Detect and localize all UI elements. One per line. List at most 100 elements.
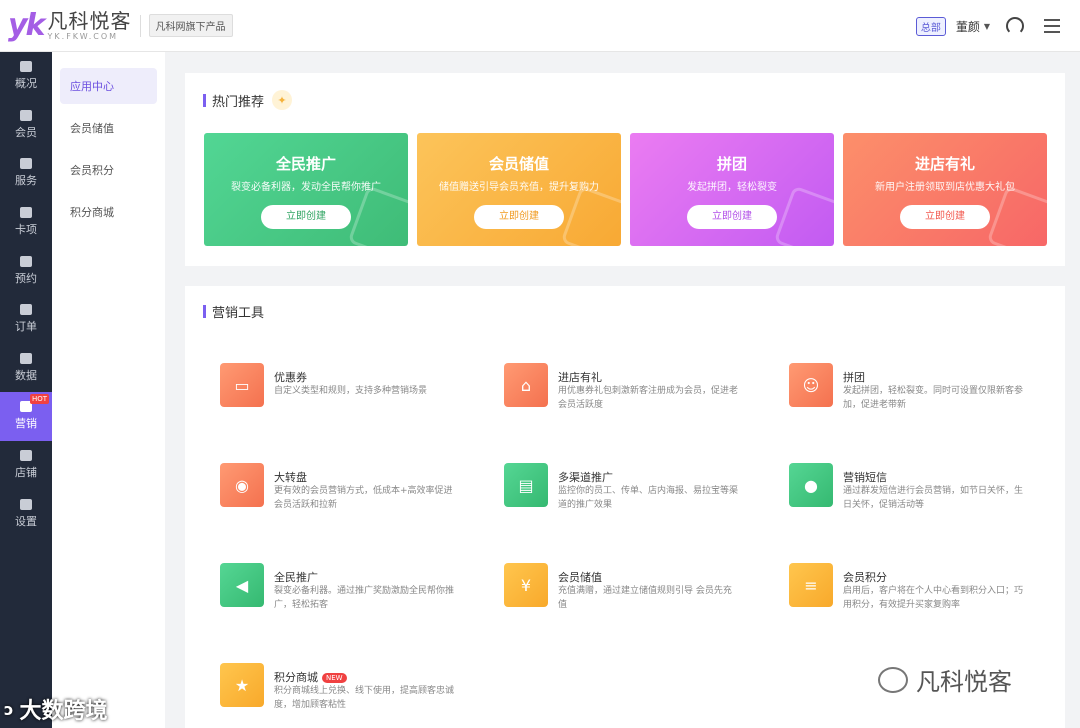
tool-promotion[interactable]: ◀ 全民推广 裂变必备利器。通过推广奖励激励全民帮你推广，轻松拓客: [220, 563, 470, 610]
title-accent-bar: [203, 93, 206, 107]
subnav-item-app-center[interactable]: 应用中心: [60, 68, 157, 104]
tool-sms[interactable]: ● 营销短信 通过群发短信进行会员营销，如节日关怀，生日关怀，促销活动等: [789, 463, 1039, 510]
section-title: 营销工具: [203, 302, 264, 321]
wechat-icon: [878, 666, 908, 693]
hot-recommend-panel: 热门推荐 ✦ 全民推广 裂变必备利器，发动全民帮你推广 立即创建 会员储值 储值…: [185, 73, 1065, 266]
hamburger-menu-icon[interactable]: [1044, 19, 1060, 33]
headset-icon[interactable]: [1006, 17, 1024, 35]
caret-down-icon[interactable]: ▼: [984, 22, 990, 31]
subnav-item-member-points[interactable]: 会员积分: [60, 152, 157, 188]
gift-store-icon: ⌂: [504, 363, 548, 407]
tool-desc: 积分商城线上兑换、线下使用，提高顾客忠诚度，增加顾客粘性: [274, 686, 455, 710]
megaphone-icon: ◀: [220, 563, 264, 607]
tool-name: 会员积分: [843, 571, 887, 584]
tool-desc: 通过群发短信进行会员营销，如节日关怀，生日关怀，促销活动等: [843, 486, 1024, 510]
create-now-button[interactable]: 立即创建: [474, 205, 564, 229]
promo-card[interactable]: 全民推广 裂变必备利器，发动全民帮你推广 立即创建: [204, 133, 408, 246]
tool-desc: 更有效的会员营销方式，低成本+高效率促进会员活跃和拉新: [274, 486, 453, 510]
tool-stored-value[interactable]: ¥ 会员储值 充值满赠，通过建立储值规则引导 会员先充值: [504, 563, 754, 610]
tool-member-points[interactable]: ≡ 会员积分 启用后，客户将在个人中心看到积分入口；巧用积分，有效提升买家复购率: [789, 563, 1039, 610]
sidebar-item-label: 店铺: [15, 466, 37, 480]
section-title: 热门推荐 ✦: [203, 90, 293, 110]
sidebar-item-label: 预约: [15, 271, 37, 285]
bar-chart-icon: [20, 352, 32, 364]
tool-desc: 裂变必备利器。通过推广奖励激励全民帮你推广，轻松拓客: [274, 586, 455, 610]
sidebar-item-label: 概况: [15, 77, 37, 91]
lightbulb-icon: ✦: [272, 90, 293, 110]
hot-badge: HOT: [29, 394, 49, 405]
logo-text: 凡科悦客 YK.FKW.COM: [48, 10, 132, 42]
ticket-deco-icon: [347, 185, 408, 246]
sidebar-item-label: 数据: [15, 368, 37, 382]
points-icon: ≡: [789, 563, 833, 607]
sidebar-item-orders[interactable]: 订单: [0, 295, 52, 344]
create-now-button[interactable]: 立即创建: [687, 205, 777, 229]
promo-card[interactable]: 进店有礼 新用户注册领取到店优惠大礼包 立即创建: [843, 133, 1047, 246]
tool-group-buy[interactable]: ☺ 拼团 发起拼团，轻松裂变。同时可设置仅限新客参加，促进老带新: [789, 363, 1039, 410]
yen-coin-icon: ¥: [504, 563, 548, 607]
main-sidebar: 概况 会员 服务 卡项 预约 订单 数据 HOT 营销 店铺 设置: [0, 52, 52, 728]
store-icon: [20, 450, 32, 462]
tool-name: 拼团: [843, 371, 865, 384]
tool-name-text: 积分商城: [274, 671, 318, 684]
calendar-icon: [20, 255, 32, 267]
new-badge: NEW: [322, 673, 347, 683]
sidebar-item-label: 设置: [15, 514, 37, 528]
group-icon: ☺: [789, 363, 833, 407]
sidebar-item-booking[interactable]: 预约: [0, 246, 52, 295]
tool-desc: 充值满赠，通过建立储值规则引导 会员先充值: [558, 586, 732, 610]
promo-title: 进店有礼: [914, 155, 975, 173]
promo-title: 全民推广: [275, 155, 336, 173]
promo-title: 会员储值: [488, 155, 549, 173]
logo-divider: [139, 14, 141, 37]
store-badge[interactable]: 总部: [915, 16, 946, 36]
tool-name: 营销短信: [843, 471, 887, 484]
sidebar-item-members[interactable]: 会员: [0, 101, 52, 150]
sidebar-item-label: 订单: [15, 320, 37, 334]
sidebar-item-overview[interactable]: 概况: [0, 52, 52, 101]
sidebar-item-label: 卡项: [15, 223, 37, 237]
title-accent-bar: [203, 305, 206, 318]
sidebar-item-settings[interactable]: 设置: [0, 489, 52, 538]
sub-navigation: 应用中心 会员储值 会员积分 积分商城: [52, 52, 165, 728]
subnav-item-points-mall[interactable]: 积分商城: [60, 194, 157, 230]
logo-name: 凡科悦客: [47, 8, 132, 33]
create-now-button[interactable]: 立即创建: [261, 205, 351, 229]
sidebar-item-cards[interactable]: 卡项: [0, 198, 52, 247]
tool-name: 多渠道推广: [558, 471, 613, 484]
shop-bag-icon: ★: [220, 663, 264, 707]
wheel-icon: ◉: [220, 463, 264, 507]
tool-desc: 自定义类型和规则，支持多种营销场景: [274, 386, 428, 396]
tool-points-mall[interactable]: ★ 积分商城 NEW 积分商城线上兑换、线下使用，提高顾客忠诚度，增加顾客粘性: [220, 663, 470, 710]
tools-title: 营销工具: [212, 306, 265, 321]
tool-name: 大转盘: [274, 471, 307, 484]
sidebar-item-label: 营销: [15, 417, 37, 431]
user-name[interactable]: 董颜: [956, 18, 980, 35]
bottom-left-text: 大数跨境: [19, 699, 108, 724]
brand-mark-icon: ↄ: [4, 699, 14, 719]
tool-multichannel[interactable]: ▤ 多渠道推广 监控你的员工、传单、店内海报、易拉宝等渠道的推广效果: [504, 463, 754, 510]
promo-title: 拼团: [716, 155, 747, 173]
monitor-icon: [20, 61, 32, 73]
wechat-watermark: 凡科悦客: [878, 662, 1012, 697]
yen-deco-icon: [560, 185, 621, 246]
sidebar-item-services[interactable]: 服务: [0, 149, 52, 198]
sidebar-item-label: 会员: [15, 125, 37, 139]
sidebar-item-marketing[interactable]: HOT 营销: [0, 392, 52, 441]
subnav-item-member-stored-value[interactable]: 会员储值: [60, 110, 157, 146]
tool-name: 全民推广: [274, 571, 318, 584]
tool-coupon[interactable]: ▭ 优惠券 自定义类型和规则，支持多种营销场景: [220, 363, 470, 409]
tool-desc: 用优惠券礼包刺激新客注册成为会员，促进老会员活跃度: [558, 386, 739, 410]
tool-name: 积分商城 NEW: [274, 669, 347, 685]
gift-deco-icon: [986, 185, 1047, 246]
promo-card[interactable]: 拼团 发起拼团，轻松裂变 立即创建: [630, 133, 834, 246]
app-logo[interactable]: yk 凡科悦客 YK.FKW.COM: [8, 10, 132, 42]
ticket-icon: ▭: [220, 363, 264, 407]
card-icon: [20, 207, 32, 219]
tool-lucky-wheel[interactable]: ◉ 大转盘 更有效的会员营销方式，低成本+高效率促进会员活跃和拉新: [220, 463, 470, 510]
sidebar-item-store[interactable]: 店铺: [0, 441, 52, 490]
promo-card[interactable]: 会员储值 储值赠送引导会员充值，提升复购力 立即创建: [417, 133, 621, 246]
sidebar-item-data[interactable]: 数据: [0, 344, 52, 393]
tool-store-gift[interactable]: ⌂ 进店有礼 用优惠券礼包刺激新客注册成为会员，促进老会员活跃度: [504, 363, 754, 410]
create-now-button[interactable]: 立即创建: [900, 205, 990, 229]
